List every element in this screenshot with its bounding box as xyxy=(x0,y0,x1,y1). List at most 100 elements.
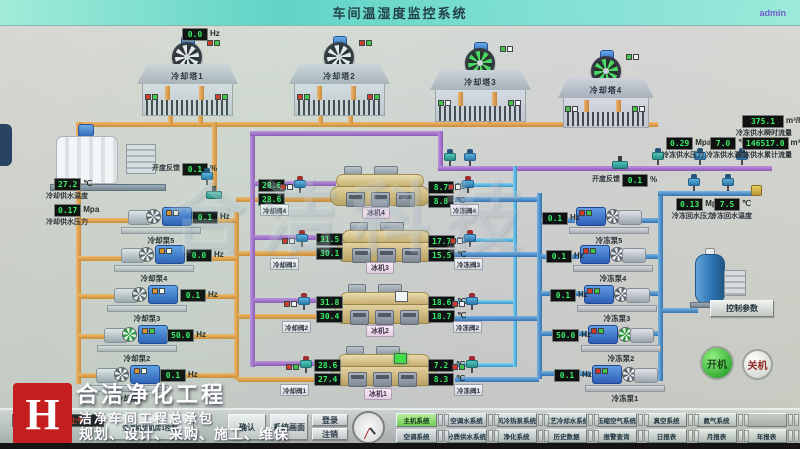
nav-button-monthly-report[interactable]: 月报表 xyxy=(696,429,737,443)
tower-label: 冷却塔3 xyxy=(464,77,496,90)
pump-head-icon xyxy=(626,288,650,303)
chiller-running-indicator xyxy=(394,353,407,364)
nav-button-main-system[interactable]: 主机系统 xyxy=(396,413,437,427)
cooling-tower-3: 冷却塔3 xyxy=(428,42,533,122)
nav-button-r1-7[interactable] xyxy=(746,413,787,427)
pipe xyxy=(658,191,663,381)
compressor-box xyxy=(348,372,367,387)
temp-led: 7.0 xyxy=(710,137,736,150)
compressor-box xyxy=(373,372,392,387)
cooling-pump-5-freq: 0.1 Hz xyxy=(192,211,230,224)
pump-head-icon xyxy=(630,328,654,343)
chilled-supply-flow: 375.1 m³/h xyxy=(742,115,800,128)
chilled-supply-total-flow: 146517.0 m³ xyxy=(742,137,800,150)
control-params-button[interactable]: 控制参数 xyxy=(710,300,774,317)
bottom-bezel xyxy=(0,443,800,449)
nav-button-history-data[interactable]: 历史数据 xyxy=(546,429,587,443)
status-indicator-pair xyxy=(587,288,600,294)
pipe xyxy=(438,166,772,171)
login-button[interactable]: 登录 xyxy=(312,414,348,426)
nav-button-r1-3[interactable]: 工艺冷却水系统 xyxy=(546,413,587,427)
nav-button-yearly-report[interactable]: 年报表 xyxy=(746,429,787,443)
nav-button-r1-5[interactable]: 真空系统 xyxy=(646,413,687,427)
cooling-pump-2: 冷却泵2 xyxy=(104,318,170,360)
nav-button-r1-1[interactable]: 空调水系统 xyxy=(446,413,487,427)
compressor-box xyxy=(400,310,419,325)
chilled-pump-2: 冷冻泵2 xyxy=(588,318,654,360)
nav-button-r1-2[interactable]: 风冷热泵系统 xyxy=(496,413,537,427)
pump-base xyxy=(573,265,653,272)
freq-unit: Hz xyxy=(214,249,224,259)
freq-unit: Hz xyxy=(208,289,218,299)
nav-button-r1-4[interactable]: 压缩空气系统 xyxy=(596,413,637,427)
cooling-valve-icon[interactable] xyxy=(296,230,308,247)
status-indicator-pair xyxy=(280,184,293,190)
nav-pager[interactable] xyxy=(638,430,649,442)
nav-pager[interactable] xyxy=(588,414,599,426)
nav-pager[interactable] xyxy=(588,430,599,442)
pump-fan-icon xyxy=(132,287,147,302)
nav-button-r2-0[interactable]: 空调系统 xyxy=(396,429,437,443)
bypass-control-valve-icon[interactable] xyxy=(206,186,222,200)
nav-pager[interactable] xyxy=(438,430,449,442)
freq-led: 0.0 xyxy=(182,28,208,41)
cooling-valve-icon[interactable] xyxy=(300,356,312,373)
status-indicator-pair xyxy=(134,368,147,374)
pump-head-icon xyxy=(634,368,658,383)
cooling-tower-4: 冷却塔4 xyxy=(556,50,656,130)
valve-label: 冷却阀4 xyxy=(260,204,289,216)
nav-button-daily-report[interactable]: 日报表 xyxy=(646,429,687,443)
company-logo: H xyxy=(13,383,72,445)
status-indicator-pair xyxy=(452,364,465,370)
nav-button-r1-6[interactable]: 氮气系统 xyxy=(696,413,737,427)
cooling-supply-temp: 27.2 ℃ xyxy=(54,178,92,191)
chilled-valve-icon[interactable] xyxy=(466,293,478,310)
pressure-transmitter-icon xyxy=(688,174,700,191)
status-indicator-pair xyxy=(565,106,578,112)
nav-button-alarm-query[interactable]: 报警查询 xyxy=(596,429,637,443)
chiller-3-cond-out: 30.1 xyxy=(316,247,343,260)
freq-led: 0.1 xyxy=(192,211,218,224)
status-indicator-pair xyxy=(450,238,463,244)
freq-unit: Hz xyxy=(578,289,588,299)
chilled-valve-icon[interactable] xyxy=(466,356,478,373)
power-on-button[interactable]: 开机 xyxy=(700,346,734,380)
total-flow-unit: m³ xyxy=(791,137,800,147)
temp-transmitter-icon xyxy=(722,174,734,191)
chilled-valve-icon[interactable] xyxy=(464,230,476,247)
freq-unit: Hz xyxy=(581,329,591,339)
pressure-unit: Mpa xyxy=(695,137,711,147)
valve-label: 冷冻阀4 xyxy=(450,204,479,216)
nav-pager[interactable] xyxy=(738,430,749,442)
nav-pager[interactable] xyxy=(638,414,649,426)
nav-pager[interactable] xyxy=(538,430,549,442)
pump-head-icon xyxy=(622,248,646,263)
nav-pager[interactable] xyxy=(438,414,449,426)
nav-pager[interactable] xyxy=(488,430,499,442)
logout-button[interactable]: 注销 xyxy=(312,428,348,440)
nav-pager[interactable] xyxy=(688,414,699,426)
chilled-pump-4-freq: 0.1 Hz xyxy=(546,250,584,263)
temp-led: 7.5 xyxy=(714,198,740,211)
freq-unit: Hz xyxy=(210,28,220,38)
nav-pager[interactable] xyxy=(788,414,799,426)
nav-button-r2-2[interactable]: 净化系统 xyxy=(496,429,537,443)
cooling-valve-icon[interactable] xyxy=(294,176,306,193)
nav-pager[interactable] xyxy=(538,414,549,426)
cooling-valve-icon[interactable] xyxy=(298,293,310,310)
status-indicator-pair xyxy=(579,210,592,216)
bypass-control-valve-icon[interactable] xyxy=(612,156,628,170)
analog-clock xyxy=(352,411,385,444)
nav-button-r2-1[interactable]: 分质供水系统 xyxy=(446,429,487,443)
freq-unit: Hz xyxy=(574,250,584,260)
opening-unit: % xyxy=(650,174,657,184)
transmitter-icon xyxy=(444,149,456,166)
chiller-3-cond-in: 31.5 xyxy=(316,233,343,246)
power-off-button[interactable]: 关机 xyxy=(742,349,773,380)
nav-pager[interactable] xyxy=(488,414,499,426)
nav-pager[interactable] xyxy=(788,430,799,442)
nav-pager[interactable] xyxy=(738,414,749,426)
chilled-valve-icon[interactable] xyxy=(462,176,474,193)
nav-pager[interactable] xyxy=(688,430,699,442)
cooling-pump-5: 冷却泵5 xyxy=(128,200,194,242)
